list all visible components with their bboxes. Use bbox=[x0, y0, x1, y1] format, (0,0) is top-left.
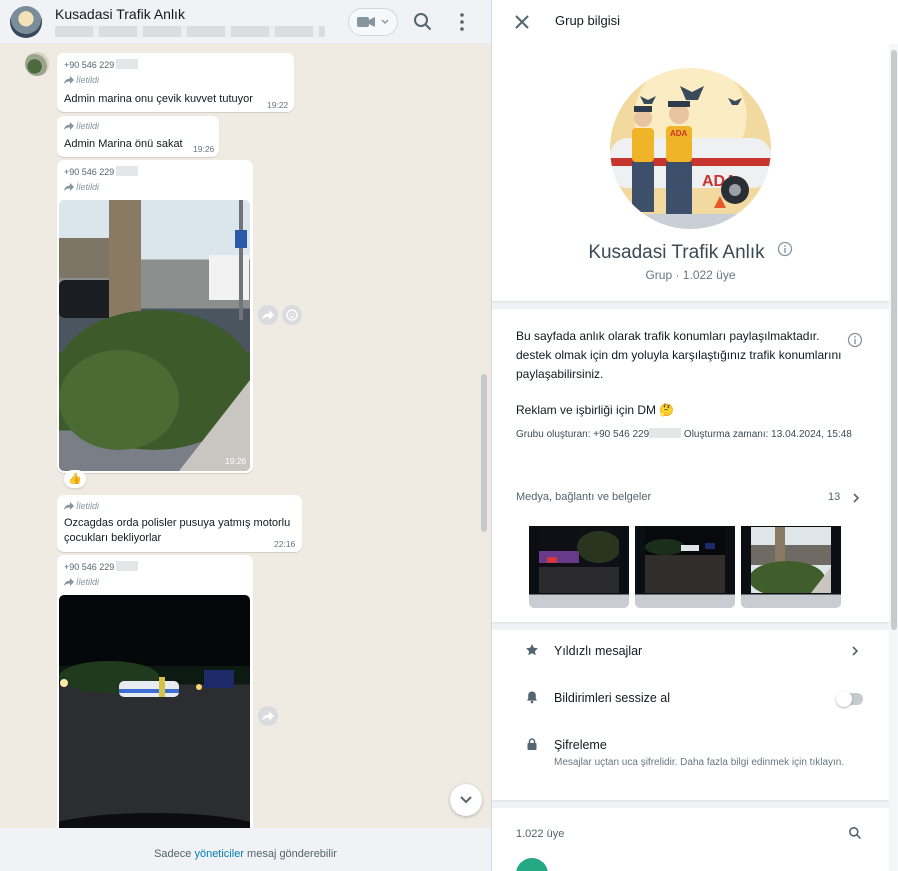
group-photo[interactable]: ADA ADA bbox=[610, 68, 771, 229]
options-card: Yıldızlı mesajlar Bildirimleri sessize a… bbox=[492, 630, 889, 800]
group-avatar[interactable] bbox=[10, 6, 42, 38]
night-photo[interactable] bbox=[59, 595, 250, 831]
forward-button[interactable] bbox=[258, 305, 278, 325]
info-title: Grup bilgisi bbox=[555, 13, 621, 28]
forwarded-label: İletildi bbox=[64, 501, 99, 511]
forward-icon bbox=[64, 76, 74, 84]
info-scroll-thumb[interactable] bbox=[891, 50, 897, 630]
chat-subtitle-redacted bbox=[55, 26, 325, 37]
forwarded-label: İletildi bbox=[64, 577, 99, 587]
admin-only-notice: Sadece yöneticiler mesaj gönderebilir bbox=[0, 828, 491, 871]
encryption-label: Şifreleme bbox=[554, 738, 607, 752]
created-prefix: Grubu oluşturan: +90 546 229 bbox=[516, 429, 650, 440]
forward-icon bbox=[64, 122, 74, 130]
lock-icon bbox=[527, 738, 537, 750]
image-message[interactable]: +90 546 229 İletildi 19:26 bbox=[57, 160, 253, 473]
star-icon bbox=[526, 644, 538, 656]
chevron-right-icon bbox=[852, 646, 859, 656]
mute-notifications-row[interactable]: Bildirimleri sessize al bbox=[492, 676, 889, 720]
media-count[interactable]: 13 bbox=[828, 491, 840, 503]
search-icon[interactable] bbox=[412, 11, 434, 33]
street-photo[interactable] bbox=[59, 200, 250, 471]
created-suffix: Oluşturma zamanı: 13.04.2024, 15:48 bbox=[681, 429, 852, 440]
forward-icon bbox=[64, 183, 74, 191]
video-call-button[interactable] bbox=[348, 8, 398, 36]
forwarded-label: İletildi bbox=[64, 75, 99, 85]
emoji-icon bbox=[286, 309, 298, 321]
encryption-description: Mesajlar uçtan uca şifrelidir. Daha fazl… bbox=[554, 757, 845, 768]
members-count: 1.022 üye bbox=[516, 828, 565, 840]
menu-icon[interactable] bbox=[451, 11, 473, 33]
message-time: 22:16 bbox=[274, 539, 296, 549]
description-card: Bu sayfada anlık olarak trafik konumları… bbox=[492, 309, 889, 622]
chat-pane: Kusadasi Trafik Anlık +90 546 229 İletil… bbox=[0, 0, 491, 871]
chevron-down-icon bbox=[381, 19, 389, 24]
chevron-right-icon[interactable] bbox=[851, 492, 861, 504]
scroll-down-button[interactable] bbox=[450, 784, 482, 816]
group-info-pane: Grup bilgisi ADA ADA Kusadasi Trafik Anl… bbox=[491, 0, 898, 871]
group-subtitle: Grup · 1.022 üye bbox=[645, 268, 736, 282]
chat-title[interactable]: Kusadasi Trafik Anlık bbox=[55, 6, 185, 22]
forward-icon bbox=[64, 502, 74, 510]
image-message[interactable]: +90 546 229 İletildi bbox=[57, 555, 253, 835]
info-scrollbar[interactable] bbox=[889, 44, 898, 871]
message-text: Admin Marina önü sakat bbox=[64, 138, 183, 150]
info-header: Grup bilgisi bbox=[492, 0, 898, 44]
profile-card: ADA ADA Kusadasi Trafik Anlık Grup · 1.0… bbox=[492, 44, 889, 301]
message-bubble[interactable]: +90 546 229 İletildi Admin marina onu çe… bbox=[57, 53, 294, 112]
react-button[interactable] bbox=[282, 305, 302, 325]
message-text: Admin marina onu çevik kuvvet tutuyor bbox=[64, 93, 253, 105]
message-sender[interactable]: +90 546 229 bbox=[64, 561, 139, 572]
member-avatar[interactable] bbox=[516, 858, 548, 871]
members-card: 1.022 üye bbox=[492, 808, 889, 871]
chat-scrollbar[interactable] bbox=[481, 374, 487, 532]
info-icon[interactable] bbox=[847, 332, 863, 348]
reaction-badge[interactable]: 👍 bbox=[64, 470, 86, 488]
starred-messages-row[interactable]: Yıldızlı mesajlar bbox=[492, 630, 889, 674]
encryption-row[interactable]: Şifreleme Mesajlar uçtan uca şifrelidir.… bbox=[492, 724, 889, 800]
sender-avatar[interactable] bbox=[25, 52, 49, 76]
notice-text: Sadece bbox=[154, 848, 195, 860]
admins-link[interactable]: yöneticiler bbox=[194, 848, 244, 860]
chat-header[interactable]: Kusadasi Trafik Anlık bbox=[0, 0, 491, 44]
mute-notifications-label: Bildirimleri sessize al bbox=[554, 691, 670, 705]
forward-icon bbox=[262, 310, 274, 320]
group-name-text: Kusadasi Trafik Anlık bbox=[588, 242, 765, 263]
close-icon[interactable] bbox=[514, 14, 530, 30]
search-icon[interactable] bbox=[848, 826, 862, 840]
group-description: Bu sayfada anlık olarak trafik konumları… bbox=[516, 329, 842, 381]
message-text: Ozcagdas orda polisler pusuya yatmış mot… bbox=[64, 517, 291, 529]
image-time: 19:26 bbox=[225, 456, 247, 466]
notice-text: mesaj gönderebilir bbox=[243, 848, 337, 860]
forward-icon bbox=[64, 578, 74, 586]
media-link-label[interactable]: Medya, bağlantı ve belgeler bbox=[516, 491, 651, 503]
group-name[interactable]: Kusadasi Trafik Anlık bbox=[492, 241, 889, 264]
media-thumbnail[interactable] bbox=[529, 517, 629, 608]
chevron-down-icon bbox=[460, 796, 472, 804]
forward-icon bbox=[262, 711, 274, 721]
vest-badge: ADA bbox=[670, 129, 688, 138]
message-text-continued: çocukları bekliyorlar bbox=[64, 532, 162, 544]
message-bubble[interactable]: İletildi Admin Marina önü sakat 19:26 bbox=[57, 116, 219, 157]
forward-button[interactable] bbox=[258, 706, 278, 726]
ad-text: Reklam ve işbirliği için DM 🤔 bbox=[516, 403, 675, 417]
mute-toggle[interactable] bbox=[836, 691, 863, 707]
media-thumbnail[interactable] bbox=[741, 517, 841, 608]
media-thumbnail[interactable] bbox=[635, 517, 735, 608]
video-call-icon bbox=[357, 17, 375, 27]
info-icon[interactable] bbox=[777, 241, 793, 257]
starred-messages-label: Yıldızlı mesajlar bbox=[554, 644, 643, 658]
forwarded-label: İletildi bbox=[64, 121, 99, 131]
message-bubble[interactable]: İletildi Ozcagdas orda polisler pusuya y… bbox=[57, 495, 302, 552]
message-sender[interactable]: +90 546 229 bbox=[64, 59, 139, 70]
created-info: Grubu oluşturan: +90 546 229 Oluşturma z… bbox=[516, 427, 861, 443]
forwarded-label: İletildi bbox=[64, 182, 99, 192]
bell-icon bbox=[527, 691, 537, 704]
message-time: 19:22 bbox=[267, 100, 289, 110]
message-time: 19:26 bbox=[193, 144, 215, 154]
message-sender[interactable]: +90 546 229 bbox=[64, 166, 139, 177]
